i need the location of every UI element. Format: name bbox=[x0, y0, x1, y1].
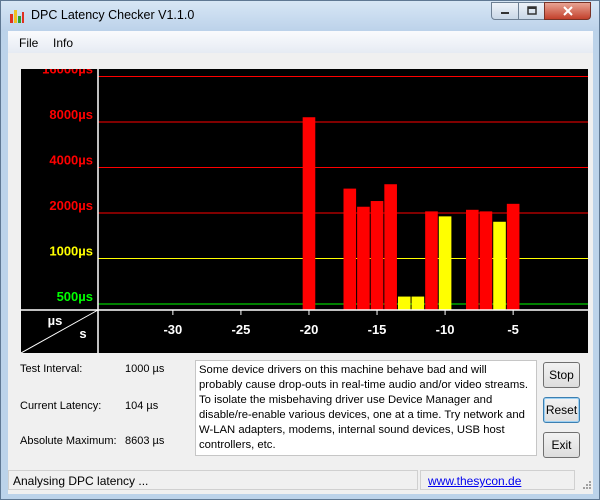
x-unit-label: s bbox=[79, 326, 86, 341]
current-latency-value: 104 µs bbox=[125, 400, 159, 412]
y-unit-label: µs bbox=[48, 313, 63, 328]
maximize-icon bbox=[526, 6, 537, 15]
latency-bar bbox=[370, 201, 384, 310]
x-tick-label: -10 bbox=[436, 322, 455, 337]
x-tick-label: -15 bbox=[368, 322, 387, 337]
x-tick-label: -25 bbox=[232, 322, 251, 337]
test-interval-value: 1000 µs bbox=[125, 363, 165, 375]
client-area: File Info 16000µs 8000µs 4000µs 2000µs 1000µ… bbox=[8, 31, 593, 494]
latency-bar bbox=[425, 211, 438, 310]
latency-bar bbox=[343, 188, 357, 310]
latency-bar bbox=[302, 117, 316, 310]
latency-bar bbox=[479, 211, 493, 310]
y-tick-label: 4000µs bbox=[49, 153, 93, 168]
maximize-button[interactable] bbox=[518, 2, 545, 20]
x-tick-label: -5 bbox=[507, 322, 519, 337]
latency-chart: 16000µs 8000µs 4000µs 2000µs 1000µs 500µs µs s -… bbox=[20, 62, 588, 356]
description-textbox[interactable]: Some device drivers on this machine beha… bbox=[195, 360, 537, 456]
status-link-cell: www.thesycon.de bbox=[420, 470, 575, 490]
close-icon bbox=[562, 6, 573, 16]
resize-grip-icon[interactable] bbox=[580, 480, 592, 492]
x-tick-label: -20 bbox=[300, 322, 319, 337]
minimize-button[interactable] bbox=[491, 2, 519, 20]
y-tick-label: 500µs bbox=[57, 289, 93, 304]
latency-bar bbox=[411, 296, 425, 310]
latency-bar bbox=[506, 203, 520, 310]
latency-bar bbox=[466, 209, 479, 310]
menu-file[interactable]: File bbox=[19, 36, 38, 50]
test-interval-label: Test Interval: bbox=[20, 363, 83, 375]
app-icon bbox=[10, 10, 24, 23]
latency-bar bbox=[397, 296, 411, 310]
exit-button[interactable]: Exit bbox=[543, 432, 580, 458]
x-tick-label: -30 bbox=[163, 322, 182, 337]
latency-bar bbox=[493, 221, 506, 310]
absolute-maximum-label: Absolute Maximum: bbox=[20, 435, 117, 447]
app-window: DPC Latency Checker V1.1.0 File Info 160… bbox=[0, 0, 600, 500]
latency-bar bbox=[384, 184, 397, 310]
status-text: Analysing DPC latency ... bbox=[8, 470, 418, 490]
reset-button[interactable]: Reset bbox=[543, 397, 580, 423]
status-bar: Analysing DPC latency ... www.thesycon.d… bbox=[8, 466, 593, 494]
window-title: DPC Latency Checker V1.1.0 bbox=[31, 8, 195, 22]
title-bar[interactable]: DPC Latency Checker V1.1.0 bbox=[1, 1, 599, 31]
latency-chart-svg: 16000µs 8000µs 4000µs 2000µs 1000µs 500µs µs s -… bbox=[20, 62, 588, 354]
latency-bar bbox=[357, 206, 370, 310]
y-tick-label: 16000µs bbox=[42, 69, 93, 77]
y-tick-label: 1000µs bbox=[49, 244, 93, 259]
minimize-icon bbox=[501, 12, 509, 14]
y-tick-label: 2000µs bbox=[49, 198, 93, 213]
close-button[interactable] bbox=[544, 2, 591, 20]
stop-button[interactable]: Stop bbox=[543, 362, 580, 388]
latency-bar bbox=[438, 216, 452, 310]
current-latency-label: Current Latency: bbox=[20, 400, 102, 412]
absolute-maximum-value: 8603 µs bbox=[125, 435, 165, 447]
website-link[interactable]: www.thesycon.de bbox=[428, 474, 521, 488]
y-tick-label: 8000µs bbox=[49, 107, 93, 122]
menu-bar: File Info bbox=[8, 31, 593, 53]
menu-info[interactable]: Info bbox=[53, 36, 73, 50]
